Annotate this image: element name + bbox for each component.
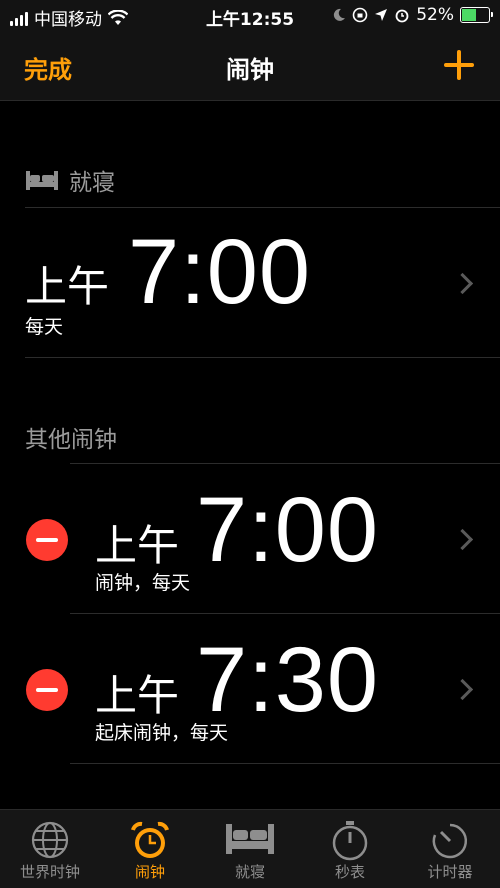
moon-icon (334, 8, 346, 21)
delete-alarm-icon[interactable] (26, 669, 68, 711)
alarm-time: 7:00 (196, 479, 380, 581)
alarm-row[interactable]: 上午 7:00 闹钟，每天 (0, 464, 500, 614)
bedtime-alarm-row[interactable]: 上午 7:00 每天 (0, 208, 500, 358)
bedtime-section-header: 就寝 (25, 163, 115, 197)
alarm-clock-icon (131, 821, 169, 858)
location-icon (375, 9, 388, 21)
tab-alarm[interactable]: 闹钟 (100, 810, 200, 888)
alarm-subtitle: 闹钟，每天 (95, 572, 191, 594)
page-title: 闹钟 (226, 56, 274, 84)
tab-timer[interactable]: 计时器 (400, 810, 500, 888)
tab-bar: 世界时钟 闹钟 就寝 秒表 计时器 (0, 809, 500, 888)
alarm-time: 7:30 (196, 629, 380, 731)
alarm-status-icon (395, 9, 409, 23)
alarm-ampm: 上午 (95, 521, 180, 570)
other-alarms-header-label: 其他闹钟 (25, 427, 117, 453)
battery-percent: 52% (416, 5, 454, 25)
alarm-ampm: 上午 (25, 262, 110, 311)
tab-label: 世界时钟 (19, 863, 80, 881)
delete-alarm-icon[interactable] (26, 519, 68, 561)
divider (70, 763, 500, 764)
tab-stopwatch[interactable]: 秒表 (300, 810, 400, 888)
alarm-subtitle: 起床闹钟，每天 (95, 722, 229, 744)
tab-label: 就寝 (234, 863, 265, 881)
stopwatch-icon (332, 821, 368, 861)
divider (25, 357, 500, 358)
tab-label: 闹钟 (134, 863, 165, 881)
battery-icon (460, 7, 493, 23)
bed-icon (26, 171, 58, 190)
chevron-right-icon[interactable] (451, 528, 474, 551)
tab-bedtime[interactable]: 就寝 (200, 810, 300, 888)
alarm-subtitle: 每天 (25, 316, 64, 338)
tab-world-clock[interactable]: 世界时钟 (0, 810, 100, 888)
chevron-right-icon[interactable] (451, 678, 474, 701)
alarm-ampm: 上午 (95, 671, 180, 720)
top-bar: 中国移动 上午12:55 52% 完成 闹钟 (0, 0, 500, 101)
chevron-right-icon[interactable] (451, 272, 474, 295)
status-bar: 中国移动 上午12:55 52% (0, 0, 500, 34)
other-alarms-section-header: 其他闹钟 (25, 420, 117, 454)
alarm-time: 7:00 (128, 221, 312, 323)
bedtime-header-label: 就寝 (69, 170, 115, 196)
tab-label: 计时器 (427, 863, 473, 881)
plus-icon[interactable] (444, 50, 474, 80)
orientation-lock-icon (352, 7, 368, 23)
alarm-row[interactable]: 上午 7:30 起床闹钟，每天 (0, 614, 500, 764)
bed-icon (226, 824, 274, 854)
tab-label: 秒表 (334, 863, 365, 881)
timer-icon (432, 823, 468, 859)
globe-icon (31, 821, 69, 859)
